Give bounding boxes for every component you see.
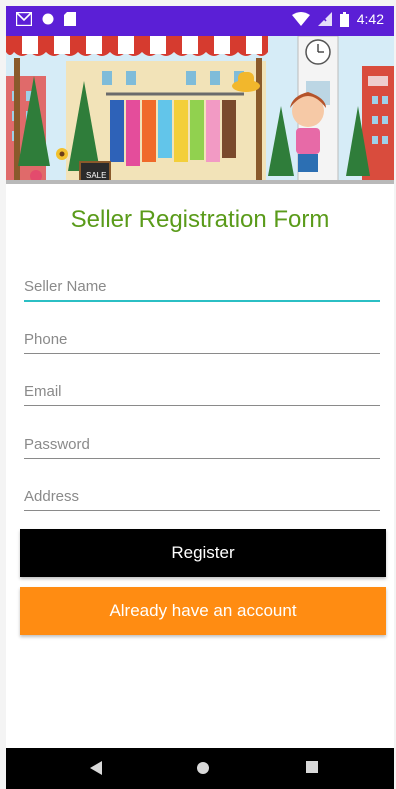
home-icon[interactable] <box>196 761 210 775</box>
email-input[interactable] <box>24 377 380 406</box>
registration-form: Seller Registration Form Register Alread… <box>6 184 394 748</box>
form-title: Seller Registration Form <box>70 206 330 233</box>
circle-icon <box>42 13 54 25</box>
sale-sign-text: SALE <box>86 171 106 180</box>
password-input[interactable] <box>24 430 380 459</box>
battery-icon <box>339 11 349 27</box>
banner-art: SALE <box>6 36 394 184</box>
address-input[interactable] <box>24 482 380 511</box>
register-button[interactable]: Register <box>20 529 386 577</box>
recents-icon[interactable] <box>306 761 318 773</box>
phone-input[interactable] <box>24 325 380 354</box>
phone-field <box>24 325 380 355</box>
shop-banner-illustration: SALE <box>6 36 394 184</box>
email-field <box>24 377 380 407</box>
status-time: 4:42 <box>356 11 384 27</box>
signal-icon <box>317 12 332 26</box>
navigation-bar <box>6 748 394 789</box>
seller-name-input[interactable] <box>24 272 380 302</box>
sd-card-icon <box>64 12 76 26</box>
seller-name-field <box>24 272 380 302</box>
gmail-icon <box>16 12 32 26</box>
already-have-account-button[interactable]: Already have an account <box>20 587 386 635</box>
back-icon[interactable] <box>90 761 102 775</box>
address-field <box>24 482 380 512</box>
wifi-icon <box>291 12 310 26</box>
status-bar: 4:42 <box>6 6 394 36</box>
password-field <box>24 430 380 460</box>
